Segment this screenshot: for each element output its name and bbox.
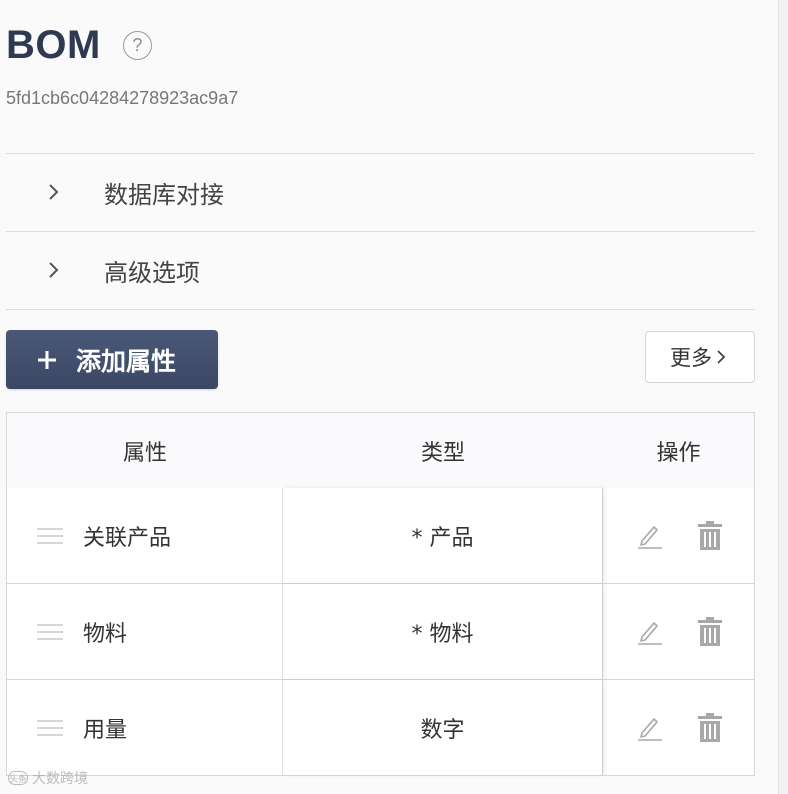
window-edge xyxy=(778,0,788,794)
more-button[interactable]: 更多 xyxy=(645,331,755,383)
type-cell: * 物料 xyxy=(283,584,603,679)
drag-handle-icon[interactable] xyxy=(37,622,63,642)
column-header-attribute: 属性 xyxy=(122,441,167,466)
plus-icon xyxy=(36,349,58,371)
edit-icon[interactable] xyxy=(634,617,664,647)
chevron-right-icon xyxy=(42,180,66,204)
add-attribute-button[interactable]: 添加属性 xyxy=(6,330,218,389)
actions-cell xyxy=(603,584,754,679)
attribute-cell: 用量 xyxy=(7,680,283,775)
attribute-table: 属性 类型 操作 关联产品 * 产品 物料 * 物料 用量 数字 xyxy=(6,412,755,776)
section-label: 数据库对接 xyxy=(104,180,224,209)
chevron-right-icon xyxy=(716,350,730,364)
table-row: 用量 数字 xyxy=(7,680,754,775)
type-cell: 数字 xyxy=(283,680,603,775)
chevron-right-icon xyxy=(42,258,66,282)
watermark-text: 大数跨境 xyxy=(32,771,88,787)
actions-cell xyxy=(603,680,754,775)
trash-icon[interactable] xyxy=(695,712,725,743)
attribute-cell: 关联产品 xyxy=(7,488,283,583)
attribute-type: 数字 xyxy=(420,717,465,743)
object-id: 5fd1cb6c04284278923ac9a7 xyxy=(6,88,239,108)
edit-icon[interactable] xyxy=(634,713,664,743)
type-cell: * 产品 xyxy=(283,488,603,583)
column-header-type: 类型 xyxy=(420,441,465,466)
column-header-actions: 操作 xyxy=(656,441,701,466)
divider xyxy=(6,309,755,310)
trash-icon[interactable] xyxy=(695,616,725,647)
section-advanced-options[interactable]: 高级选项 xyxy=(6,232,755,308)
attribute-name: 用量 xyxy=(83,717,128,743)
section-label: 高级选项 xyxy=(104,258,200,287)
trash-icon[interactable] xyxy=(695,520,725,551)
page-title: BOM xyxy=(6,22,101,67)
table-row: 关联产品 * 产品 xyxy=(7,488,754,584)
add-attribute-label: 添加属性 xyxy=(76,346,177,376)
watermark: 头条 大数跨境 xyxy=(8,768,88,788)
attribute-type: * 产品 xyxy=(411,525,474,551)
attribute-name: 物料 xyxy=(83,621,128,647)
page-header: BOM ? xyxy=(6,22,152,68)
actions-cell xyxy=(603,488,754,583)
question-circle-icon[interactable]: ? xyxy=(122,30,152,60)
watermark-logo: 头条 xyxy=(8,771,28,785)
edit-icon[interactable] xyxy=(634,521,664,551)
more-label: 更多 xyxy=(670,346,712,370)
drag-handle-icon[interactable] xyxy=(37,718,63,738)
attribute-type: * 物料 xyxy=(411,621,474,647)
attribute-cell: 物料 xyxy=(7,584,283,679)
section-database-connect[interactable]: 数据库对接 xyxy=(6,154,755,230)
drag-handle-icon[interactable] xyxy=(37,526,63,546)
table-row: 物料 * 物料 xyxy=(7,584,754,680)
table-header: 属性 类型 操作 xyxy=(7,413,754,489)
attribute-name: 关联产品 xyxy=(83,525,172,551)
